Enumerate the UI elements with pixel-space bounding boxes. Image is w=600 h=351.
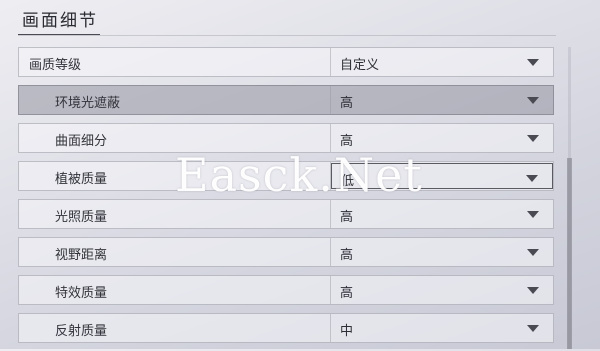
lighting-quality-dropdown[interactable]: 高: [331, 200, 553, 228]
watermark-text: Easck.Net: [175, 148, 423, 202]
setting-label: 特效质量: [55, 286, 108, 301]
chevron-down-icon[interactable]: [527, 97, 539, 104]
setting-row-view-distance[interactable]: 视野距离 高: [18, 237, 554, 267]
dropdown-value: 自定义: [340, 58, 380, 73]
setting-label: 反射质量: [55, 324, 108, 339]
dropdown-value: 高: [340, 210, 354, 225]
setting-label: 植被质量: [55, 172, 108, 187]
chevron-down-icon[interactable]: [527, 59, 539, 66]
setting-row-effects-quality[interactable]: 特效质量 高: [18, 275, 554, 305]
section-divider: [18, 35, 556, 36]
quality-preset-dropdown[interactable]: 自定义: [331, 48, 553, 76]
effects-quality-dropdown[interactable]: 高: [331, 276, 553, 304]
section-title: 画面细节: [22, 11, 98, 31]
dropdown-value: 高: [340, 286, 354, 301]
view-distance-dropdown[interactable]: 高: [331, 238, 553, 266]
chevron-down-icon[interactable]: [526, 175, 538, 182]
setting-label: 视野距离: [55, 248, 108, 263]
setting-row-lighting-quality[interactable]: 光照质量 高: [18, 199, 554, 229]
dropdown-value: 中: [340, 324, 354, 339]
setting-label: 画质等级: [29, 58, 82, 73]
setting-label: 曲面细分: [55, 134, 108, 149]
reflection-quality-dropdown[interactable]: 中: [331, 314, 553, 342]
setting-label: 光照质量: [55, 210, 108, 225]
chevron-down-icon[interactable]: [527, 325, 539, 332]
setting-row-reflection-quality[interactable]: 反射质量 中: [18, 313, 554, 343]
dropdown-value: 高: [340, 96, 354, 111]
dropdown-value: 高: [340, 248, 354, 263]
scrollbar-thumb[interactable]: [567, 158, 572, 349]
dropdown-value: 高: [340, 134, 354, 149]
chevron-down-icon[interactable]: [527, 135, 539, 142]
setting-row-ambient-occlusion[interactable]: 环境光遮蔽 高: [18, 85, 554, 115]
chevron-down-icon[interactable]: [527, 211, 539, 218]
setting-row-quality-preset[interactable]: 画质等级 自定义: [18, 47, 554, 77]
chevron-down-icon[interactable]: [527, 249, 539, 256]
chevron-down-icon[interactable]: [527, 287, 539, 294]
setting-label: 环境光遮蔽: [55, 96, 121, 111]
ambient-occlusion-dropdown[interactable]: 高: [331, 86, 553, 114]
